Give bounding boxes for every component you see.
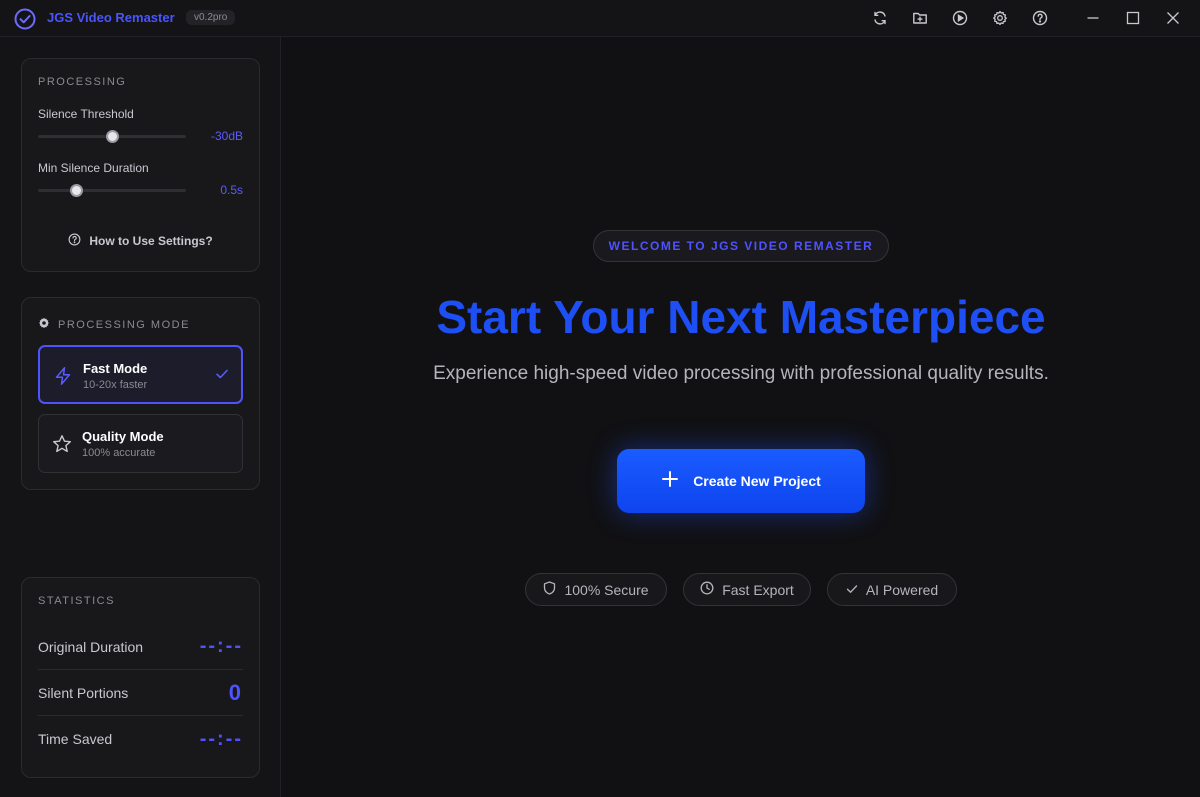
check-icon (215, 367, 229, 386)
silence-threshold-thumb[interactable] (105, 130, 119, 143)
fast-export-badge-label: Fast Export (722, 581, 794, 598)
ai-powered-badge: AI Powered (827, 573, 957, 606)
page-subtitle: Experience high-speed video processing w… (433, 363, 1049, 384)
quality-mode-title: Quality Mode (82, 429, 164, 444)
processing-mode-section-label: PROCESSING MODE (58, 319, 190, 331)
stat-value: --:-- (199, 635, 243, 657)
stat-label: Original Duration (38, 638, 144, 655)
min-silence-duration-label: Min Silence Duration (38, 161, 149, 175)
stat-silent-portions: Silent Portions 0 (38, 670, 243, 716)
fast-mode-option[interactable]: Fast Mode 10-20x faster (38, 345, 243, 404)
close-icon[interactable] (1163, 8, 1183, 28)
cog-icon (38, 316, 50, 334)
silence-threshold-slider[interactable] (38, 130, 186, 143)
fast-export-badge: Fast Export (683, 573, 811, 606)
statistics-card: STATISTICS Original Duration --:-- Silen… (21, 577, 260, 778)
version-badge: v0.2pro (186, 10, 236, 25)
quality-mode-subtitle: 100% accurate (82, 447, 156, 459)
how-to-use-settings-link[interactable]: How to Use Settings? (22, 233, 259, 249)
fast-mode-subtitle: 10-20x faster (83, 379, 148, 391)
shield-icon (543, 581, 556, 598)
folder-icon[interactable] (911, 9, 929, 27)
question-icon (68, 233, 81, 249)
main-content: WELCOME TO JGS VIDEO REMASTER Start Your… (282, 38, 1200, 797)
title-bar: JGS Video Remaster v0.2pro (0, 0, 1200, 37)
play-icon[interactable] (951, 9, 969, 27)
app-logo-icon (14, 8, 36, 30)
plus-icon (661, 470, 679, 493)
min-silence-duration-thumb[interactable] (70, 184, 84, 197)
statistics-section-label: STATISTICS (38, 595, 115, 607)
stat-time-saved: Time Saved --:-- (38, 716, 243, 762)
page-title: Start Your Next Masterpiece (436, 291, 1046, 343)
stat-value: --:-- (199, 727, 243, 750)
refresh-icon[interactable] (871, 9, 889, 27)
help-icon[interactable] (1031, 9, 1049, 27)
silence-threshold-label: Silence Threshold (38, 107, 134, 121)
min-silence-duration-value: 0.5s (220, 183, 243, 197)
stat-value: 0 (228, 679, 243, 705)
create-new-project-label: Create New Project (693, 473, 821, 489)
check-icon (846, 582, 858, 598)
processing-mode-card: PROCESSING MODE Fast Mode 10-20x faster … (21, 297, 260, 490)
processing-card: PROCESSING Silence Threshold -30dB Min S… (21, 58, 260, 272)
gear-icon[interactable] (991, 9, 1009, 27)
sidebar: PROCESSING Silence Threshold -30dB Min S… (0, 37, 281, 797)
processing-section-label: PROCESSING (38, 76, 127, 88)
silence-threshold-value: -30dB (210, 129, 243, 143)
star-icon (52, 434, 72, 454)
quality-mode-option[interactable]: Quality Mode 100% accurate (38, 414, 243, 473)
stat-label: Silent Portions (38, 684, 129, 701)
secure-badge: 100% Secure (525, 573, 667, 606)
stat-label: Time Saved (38, 731, 113, 747)
min-silence-duration-slider[interactable] (38, 184, 186, 197)
maximize-icon[interactable] (1123, 8, 1143, 28)
welcome-badge: WELCOME TO JGS VIDEO REMASTER (593, 230, 889, 262)
lightning-icon (53, 366, 73, 386)
app-title: JGS Video Remaster (47, 10, 175, 25)
create-new-project-button[interactable]: Create New Project (617, 449, 865, 513)
ai-powered-badge-label: AI Powered (865, 581, 939, 598)
clock-icon (700, 581, 714, 598)
stat-original-duration: Original Duration --:-- (38, 624, 243, 670)
fast-mode-title: Fast Mode (83, 361, 148, 376)
how-to-use-settings-label: How to Use Settings? (89, 234, 213, 248)
secure-badge-label: 100% Secure (564, 581, 649, 598)
minimize-icon[interactable] (1083, 8, 1103, 28)
